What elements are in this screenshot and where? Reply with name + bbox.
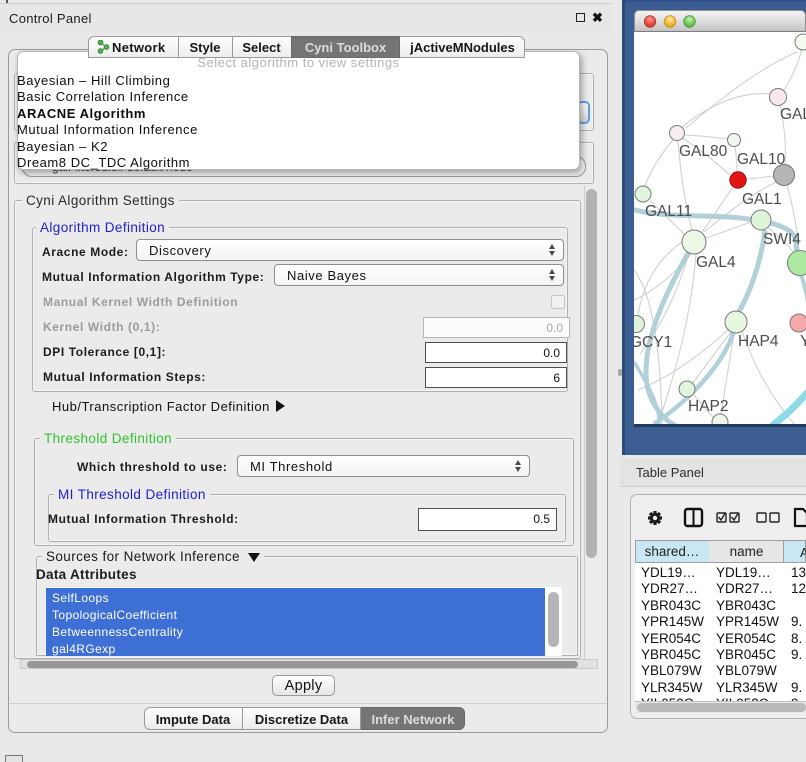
svg-text:HAP2: HAP2 (688, 398, 729, 415)
svg-text:GAL4: GAL4 (696, 254, 736, 271)
svg-text:GAL11: GAL11 (645, 203, 692, 220)
svg-text:GAL10: GAL10 (737, 151, 786, 168)
svg-text:SWI4: SWI4 (763, 231, 801, 248)
svg-text:Y: Y (800, 333, 806, 350)
svg-text:GAL80: GAL80 (679, 143, 728, 160)
svg-text:GAL1: GAL1 (742, 191, 782, 208)
svg-text:HAP4: HAP4 (738, 333, 779, 350)
svg-text:GAL2: GAL2 (780, 106, 806, 123)
svg-text:GCY1: GCY1 (634, 334, 672, 351)
